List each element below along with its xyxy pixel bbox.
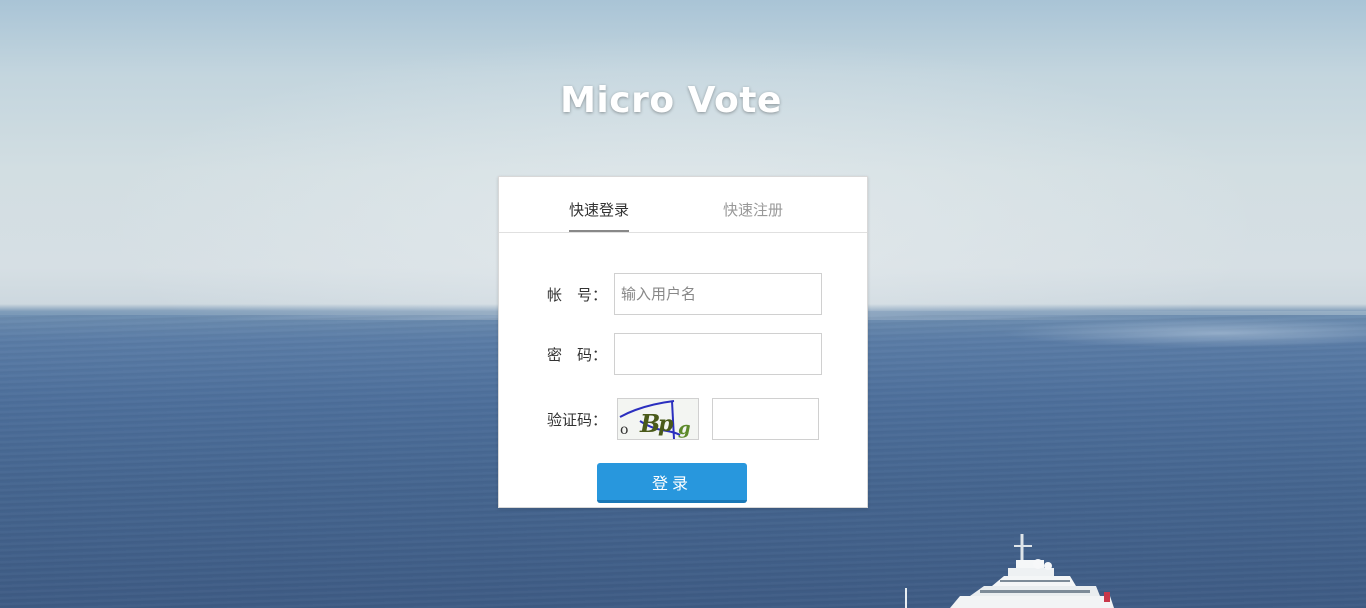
- account-label: 帐 号：: [547, 286, 608, 304]
- captcha-input[interactable]: [712, 398, 819, 440]
- svg-text:o: o: [620, 422, 628, 438]
- tab-quick-login[interactable]: 快速登录: [569, 199, 630, 232]
- captcha-label: 验证码：: [547, 411, 608, 429]
- yacht-illustration: [905, 534, 1114, 608]
- svg-text:g: g: [678, 418, 691, 439]
- account-input[interactable]: [614, 273, 822, 315]
- app-title: Micro Vote: [560, 80, 782, 121]
- sea-glare: [1000, 318, 1366, 348]
- tab-bar: 快速登录 快速注册: [499, 177, 867, 233]
- tab-quick-register[interactable]: 快速注册: [723, 199, 783, 230]
- password-label: 密 码：: [547, 346, 608, 364]
- svg-text:p: p: [658, 411, 674, 437]
- login-panel: 快速登录 快速注册 帐 号： 密 码： 验证码： o B p g 登录: [498, 176, 868, 508]
- captcha-image[interactable]: o B p g: [617, 398, 699, 440]
- password-input[interactable]: [614, 333, 822, 375]
- login-button[interactable]: 登录: [597, 463, 747, 503]
